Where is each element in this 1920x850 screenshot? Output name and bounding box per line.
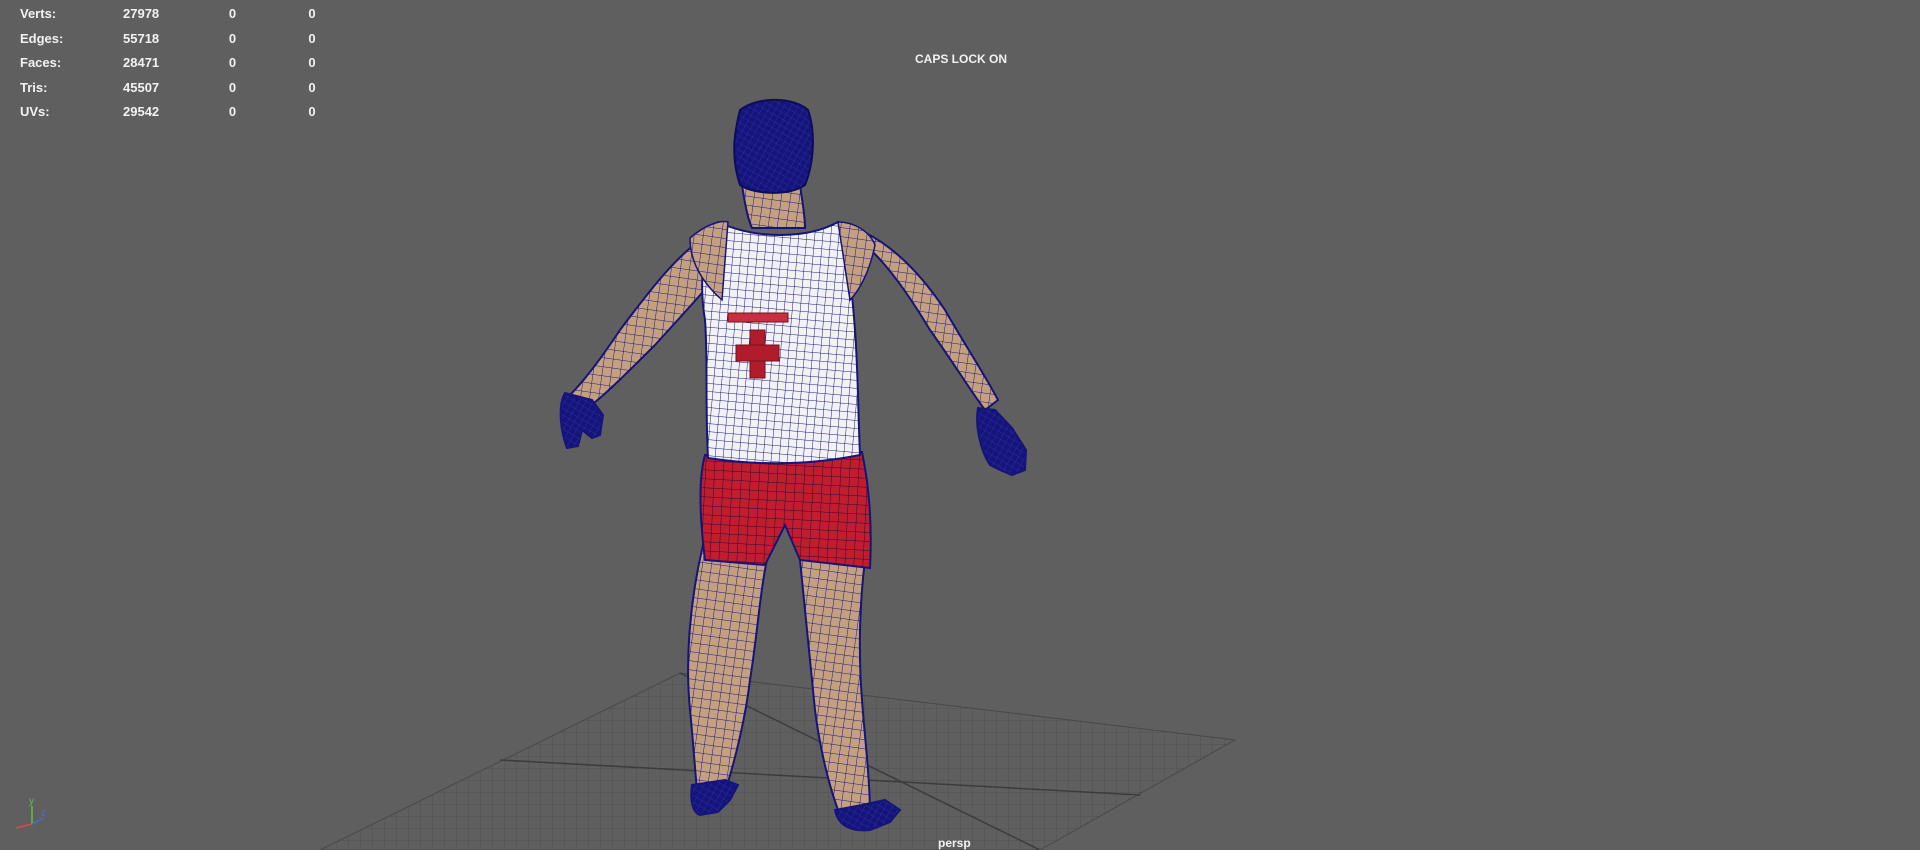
axis-gizmo-icon: y z (15, 796, 46, 829)
caps-lock-indicator: CAPS LOCK ON (915, 52, 1008, 66)
hud-row-tris: Tris: 45507 0 0 (20, 76, 352, 101)
hud-selected: 0 (228, 30, 237, 46)
hud-value: 55718 (123, 30, 160, 46)
hud-value: 28471 (123, 55, 160, 70)
hud-uv: 0 (308, 79, 316, 95)
hud-value: 27978 (123, 6, 160, 21)
hud-label: UVs: (20, 104, 50, 119)
scene-canvas[interactable] (0, 0, 1920, 850)
hud-value: 29542 (123, 104, 160, 119)
hud-row-edges: Edges: 55718 0 0 (20, 27, 352, 52)
hud-label: Tris: (20, 79, 48, 95)
hud-selected: 0 (228, 104, 237, 119)
hud-uv: 0 (308, 104, 316, 119)
hud-value: 45507 (123, 79, 160, 95)
axis-y-label: y (29, 796, 34, 807)
hud-selected: 0 (228, 55, 237, 70)
hud-row-uvs: UVs: 29542 0 0 (20, 100, 352, 125)
hud-selected: 0 (228, 79, 237, 95)
hud-selected: 0 (228, 6, 237, 21)
hud-uv: 0 (308, 30, 316, 46)
hud-row-faces: Faces: 28471 0 0 (20, 51, 352, 76)
hud-row-verts: Verts: 27978 0 0 (20, 2, 352, 27)
hud-uv: 0 (308, 6, 316, 21)
hud-uv: 0 (308, 55, 316, 70)
hud-label: Verts: (20, 6, 57, 21)
maya-viewport[interactable]: Verts: 27978 0 0 Edges: 55718 0 0 Faces:… (0, 0, 1920, 850)
hud-label: Edges: (20, 30, 64, 46)
camera-name-label: persp (938, 836, 971, 850)
axis-z-label: z (41, 808, 46, 819)
poly-count-hud: Verts: 27978 0 0 Edges: 55718 0 0 Faces:… (20, 2, 352, 125)
grid-floor-icon (319, 672, 1237, 850)
hud-label: Faces: (20, 55, 62, 70)
